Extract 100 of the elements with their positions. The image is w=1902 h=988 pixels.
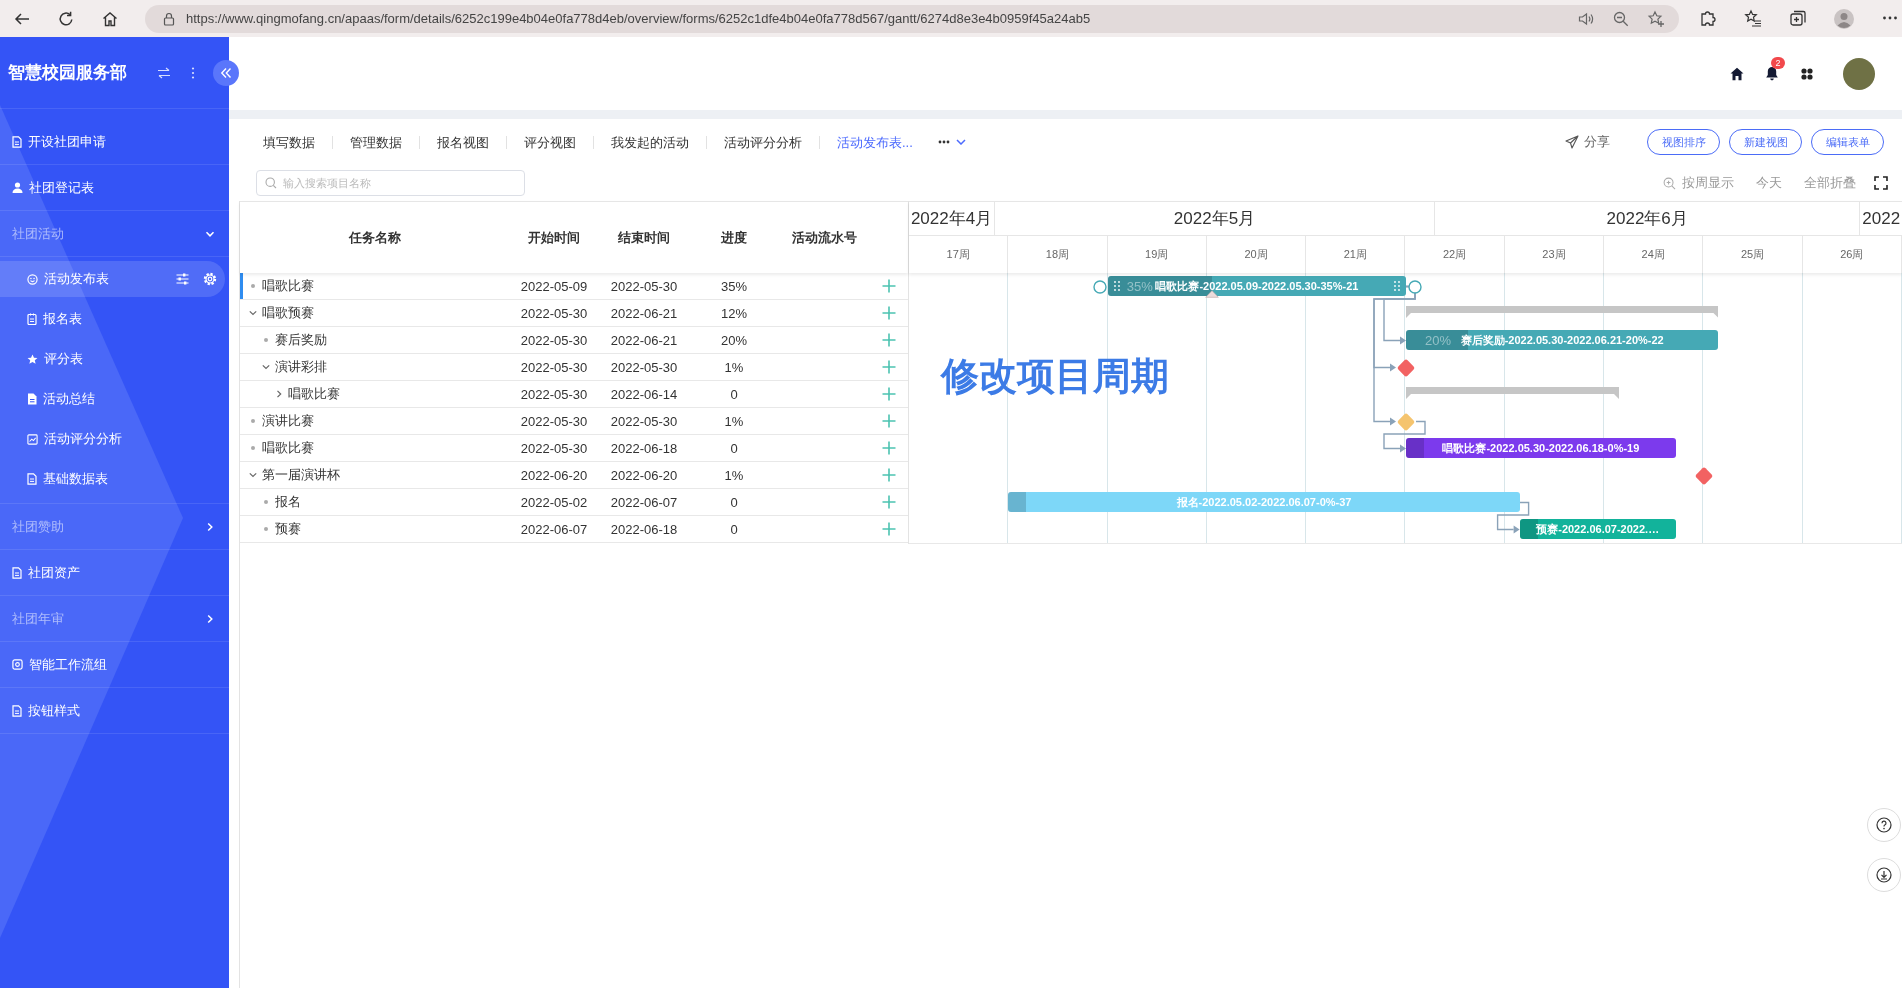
profile-icon[interactable] xyxy=(1834,8,1854,29)
settings-icon[interactable] xyxy=(203,272,217,286)
table-cell: 2022-06-20 xyxy=(610,467,678,483)
link-handle-icon[interactable] xyxy=(1092,279,1107,294)
table-row[interactable]: 演讲彩排 2022-05-30 2022-05-30 1% xyxy=(240,354,908,381)
menu-item[interactable]: 智能工作流组 xyxy=(0,642,229,687)
task-bar[interactable]: 唱歌比赛-2022.05.30-2022.06.18-0%-19 xyxy=(1406,438,1676,458)
zoom-out-icon[interactable] xyxy=(1612,9,1630,28)
collapse-sidebar-button[interactable] xyxy=(213,60,239,86)
today-button[interactable]: 今天 xyxy=(1756,174,1782,192)
table-row[interactable]: 唱歌比赛 2022-05-09 2022-05-30 35% xyxy=(240,273,908,300)
week-header-cell: 22周 xyxy=(1405,236,1505,273)
chevron-down-icon[interactable] xyxy=(261,362,271,372)
table-row[interactable]: 唱歌比赛 2022-05-30 2022-06-18 0 xyxy=(240,435,908,462)
document-icon xyxy=(12,135,22,148)
clipboard-icon xyxy=(27,313,37,325)
more-vertical-icon[interactable] xyxy=(191,66,195,79)
table-cell: 2022-05-30 xyxy=(520,332,588,348)
sliders-icon[interactable] xyxy=(176,273,189,285)
chevron-down-icon[interactable] xyxy=(248,470,258,480)
share-button[interactable]: 分享 xyxy=(1565,133,1610,151)
refresh-icon[interactable] xyxy=(57,9,75,28)
view-tab[interactable]: 活动评分分析 xyxy=(706,135,819,149)
star-plus-icon[interactable] xyxy=(1647,9,1665,28)
bell-icon[interactable] xyxy=(1765,66,1779,81)
address-bar[interactable]: https://www.qingmofang.cn/apaas/form/details/6252c199e4b04e0fa778d4eb/overview/forms/6252c1dfe4b04e0fa778d567/gantt/6274d8e3e4b0959f45a24ab5 xyxy=(145,4,1679,33)
chevron-down-icon[interactable] xyxy=(248,308,258,318)
view-tab[interactable]: 报名视图 xyxy=(419,135,506,149)
link-handle-icon[interactable] xyxy=(1408,279,1422,294)
fullscreen-icon[interactable] xyxy=(1874,176,1888,190)
drag-handle-icon[interactable] xyxy=(1394,281,1400,291)
table-cell: 2022-05-30 xyxy=(520,359,588,375)
table-cell: 1% xyxy=(724,467,744,483)
lock-icon[interactable] xyxy=(162,11,176,26)
menu-item[interactable]: 基础数据表 xyxy=(0,461,225,497)
task-bar[interactable]: 35% 唱歌比赛-2022.05.09-2022.05.30-35%-21 xyxy=(1107,276,1406,296)
table-cell: 2022-05-30 xyxy=(610,278,678,294)
view-tab[interactable]: 我发起的活动 xyxy=(593,135,706,149)
table-row[interactable]: 唱歌比赛 2022-05-30 2022-06-14 0 xyxy=(240,381,908,408)
menu-group[interactable]: 社团赞助 xyxy=(0,504,229,549)
chevron-right-icon[interactable] xyxy=(274,389,284,399)
table-row[interactable]: 赛后奖励 2022-05-30 2022-06-21 20% xyxy=(240,327,908,354)
table-row[interactable]: 唱歌预赛 2022-05-30 2022-06-21 12% xyxy=(240,300,908,327)
table-row[interactable]: 预赛 2022-06-07 2022-06-18 0 xyxy=(240,516,908,543)
progress-label: 20% xyxy=(1425,332,1452,348)
bullet-icon xyxy=(264,338,268,342)
menu-item[interactable]: 活动发布表 xyxy=(0,261,225,297)
week-header-cell: 18周 xyxy=(1008,236,1108,273)
menu-item[interactable]: 评分表 xyxy=(0,341,225,377)
table-cell: 报名 xyxy=(275,493,301,511)
week-view-button[interactable]: 按周显示 xyxy=(1663,174,1734,192)
table-row[interactable]: 演讲比赛 2022-05-30 2022-05-30 1% xyxy=(240,408,908,435)
avatar[interactable] xyxy=(1843,57,1875,90)
week-header-cell: 26周 xyxy=(1802,236,1902,273)
table-row[interactable]: 报名 2022-05-02 2022-06-07 0 xyxy=(240,489,908,516)
table-cell: 唱歌比赛 xyxy=(288,385,340,403)
collections-icon[interactable] xyxy=(1789,8,1807,27)
column-header: 任务名称 xyxy=(347,228,402,247)
swap-icon[interactable] xyxy=(157,66,171,79)
document-icon xyxy=(12,704,22,717)
menu-item[interactable]: 按钮样式 xyxy=(0,688,229,733)
table-cell: 1% xyxy=(724,413,744,429)
menu-item[interactable]: 活动评分分析 xyxy=(0,421,225,457)
table-cell: 2022-06-21 xyxy=(610,332,678,348)
menu-group[interactable]: 社团活动 xyxy=(0,211,229,256)
table-cell: 赛后奖励 xyxy=(275,331,327,349)
star-list-icon[interactable] xyxy=(1744,8,1762,27)
table-row[interactable]: 第一届演讲杯 2022-06-20 2022-06-20 1% xyxy=(240,462,908,489)
view-tab[interactable]: 评分视图 xyxy=(506,135,593,149)
notification-badge: 2 xyxy=(1771,57,1785,69)
smiley-icon xyxy=(27,273,38,285)
home-icon[interactable] xyxy=(1730,66,1744,81)
bar-label: 报名-2022.05.02-2022.06.07-0%-37 xyxy=(1176,494,1352,510)
table-cell: 第一届演讲杯 xyxy=(262,466,340,484)
view-tab[interactable]: 活动发布表... xyxy=(819,135,930,149)
search-field[interactable]: 输入搜索项目名称 xyxy=(256,170,525,196)
table-cell: 2022-05-02 xyxy=(520,494,588,510)
view-tab[interactable]: 填写数据 xyxy=(245,135,332,149)
menu-item[interactable]: 社团资产 xyxy=(0,550,229,595)
menu-item[interactable]: 开设社团申请 xyxy=(0,119,229,164)
collapse-all-button[interactable]: 全部折叠 xyxy=(1804,174,1856,192)
bar-label: 唱歌比赛-2022.05.09-2022.05.30-35%-21 xyxy=(1155,278,1359,294)
view-tab[interactable]: 管理数据 xyxy=(332,135,419,149)
puzzle-icon[interactable] xyxy=(1699,8,1717,27)
search-icon xyxy=(265,177,277,189)
drag-handle-icon[interactable] xyxy=(1113,281,1120,291)
task-bar[interactable]: 20% 赛后奖励-2022.05.30-2022.06.21-20%-22 xyxy=(1406,330,1719,350)
menu-group[interactable]: 社团年审 xyxy=(0,596,229,641)
user-icon xyxy=(12,182,23,193)
overlay-caption: 修改项目周期 xyxy=(941,354,1169,399)
apps-grid-icon[interactable] xyxy=(1801,67,1813,80)
table-cell: 0 xyxy=(730,440,738,456)
table-cell: 预赛 xyxy=(275,520,301,538)
month-header-cell-text: 2022年4月 xyxy=(909,208,994,230)
menu-item[interactable]: 报名表 xyxy=(0,301,225,337)
menu-item[interactable]: 社团登记表 xyxy=(0,165,229,210)
bullet-icon xyxy=(251,446,255,450)
menu-item[interactable]: 活动总结 xyxy=(0,381,225,417)
task-bar[interactable]: 预赛-2022.06.07-2022.… xyxy=(1519,519,1676,539)
progress-handle-icon[interactable] xyxy=(1205,290,1220,298)
